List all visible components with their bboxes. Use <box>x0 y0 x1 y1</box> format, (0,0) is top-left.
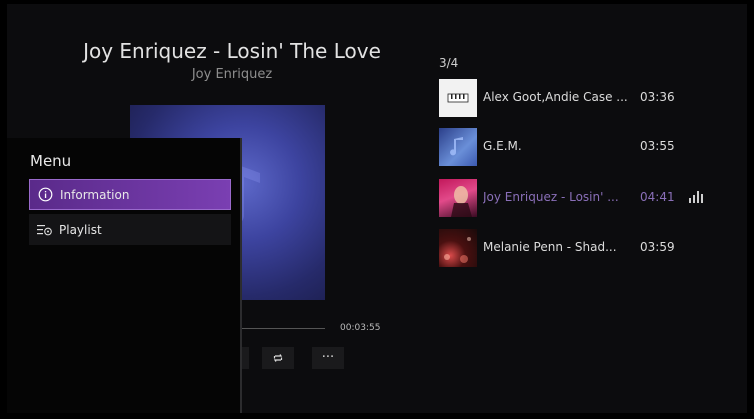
menu-item-information[interactable]: Information <box>29 179 231 210</box>
more-options-button[interactable]: ··· <box>312 347 344 369</box>
playlist-position: 3/4 <box>439 56 459 70</box>
track-thumbnail <box>439 79 477 117</box>
tv-screen: Joy Enriquez - Losin' The Love Joy Enriq… <box>7 4 747 413</box>
repeat-icon <box>273 353 283 362</box>
progress-bar[interactable] <box>239 328 325 329</box>
track-duration: 03:55 <box>640 139 675 153</box>
track-thumbnail <box>439 128 477 166</box>
menu-item-label: Information <box>60 187 130 202</box>
menu-title: Menu <box>30 152 72 170</box>
total-time: 00:03:55 <box>340 323 381 333</box>
now-playing-equalizer-icon <box>689 191 703 203</box>
menu-item-playlist[interactable]: Playlist <box>29 214 231 245</box>
song-artist: Joy Enriquez <box>191 67 273 82</box>
track-name: G.E.M. <box>483 139 522 153</box>
track-name: Melanie Penn - Shad... <box>483 240 617 254</box>
track-name: Joy Enriquez - Losin' ... <box>483 190 619 204</box>
playlist-track[interactable]: Melanie Penn - Shad... 03:59 <box>439 229 729 267</box>
track-duration: 04:41 <box>640 190 675 204</box>
info-icon <box>30 187 60 202</box>
menu-panel: Menu Information Playlist <box>7 138 242 413</box>
track-thumbnail <box>439 229 477 267</box>
song-title: Joy Enriquez - Losin' The Love <box>83 39 381 63</box>
track-name: Alex Goot,Andie Case ... <box>483 90 628 104</box>
playlist-icon <box>29 223 59 236</box>
track-duration: 03:59 <box>640 240 675 254</box>
track-thumbnail <box>439 179 477 217</box>
playlist-track-now-playing[interactable]: Joy Enriquez - Losin' ... 04:41 <box>439 179 729 217</box>
track-duration: 03:36 <box>640 90 675 104</box>
playlist-track[interactable]: Alex Goot,Andie Case ... 03:36 <box>439 79 729 117</box>
repeat-button[interactable] <box>262 347 294 369</box>
menu-item-label: Playlist <box>59 222 102 237</box>
playlist-track[interactable]: G.E.M. 03:55 <box>439 128 729 166</box>
